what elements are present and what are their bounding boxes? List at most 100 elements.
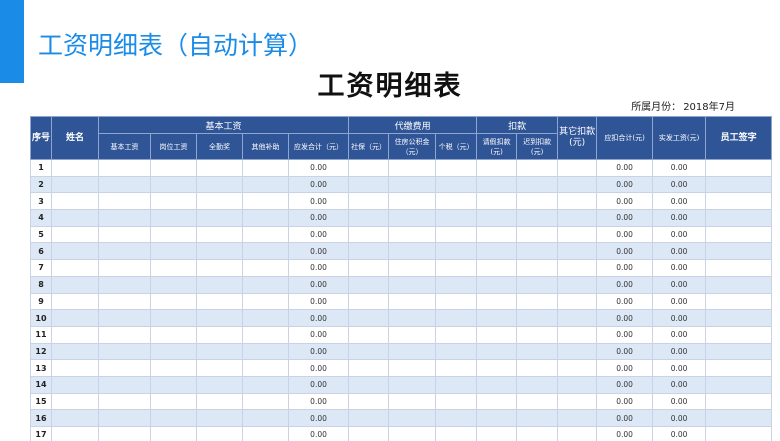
cell-name[interactable] [51,392,99,411]
cell-basic-salary[interactable] [98,409,151,427]
cell-income-tax[interactable] [435,225,478,244]
cell-post-salary[interactable] [150,242,197,261]
cell-social-insurance[interactable] [348,342,390,361]
cell-name[interactable] [51,309,99,327]
cell-post-salary[interactable] [150,426,197,441]
cell-late-deduct[interactable] [516,225,559,244]
cell-other-deduct[interactable] [557,225,598,244]
cell-name[interactable] [51,275,99,294]
cell-late-deduct[interactable] [516,359,559,377]
cell-social-insurance[interactable] [348,192,390,211]
cell-other-allowance[interactable] [242,292,289,311]
cell-post-salary[interactable] [150,359,197,377]
cell-income-tax[interactable] [435,242,478,261]
cell-late-deduct[interactable] [516,342,559,361]
cell-signature[interactable] [705,375,773,394]
cell-basic-salary[interactable] [98,259,151,277]
cell-housing-fund[interactable] [388,209,437,227]
cell-social-insurance[interactable] [348,292,390,311]
cell-other-deduct[interactable] [557,259,598,277]
cell-housing-fund[interactable] [388,175,437,194]
cell-social-insurance[interactable] [348,225,390,244]
cell-signature[interactable] [705,192,773,211]
cell-other-deduct[interactable] [557,342,598,361]
cell-other-deduct[interactable] [557,359,598,377]
cell-attendance-bonus[interactable] [196,309,243,327]
cell-other-allowance[interactable] [242,242,289,261]
cell-name[interactable] [51,242,99,261]
cell-basic-salary[interactable] [98,192,151,211]
cell-other-allowance[interactable] [242,392,289,411]
cell-social-insurance[interactable] [348,209,390,227]
cell-income-tax[interactable] [435,426,478,441]
cell-signature[interactable] [705,392,773,411]
cell-social-insurance[interactable] [348,359,390,377]
cell-post-salary[interactable] [150,175,197,194]
cell-housing-fund[interactable] [388,225,437,244]
cell-name[interactable] [51,342,99,361]
cell-post-salary[interactable] [150,342,197,361]
cell-signature[interactable] [705,426,773,441]
cell-social-insurance[interactable] [348,426,390,441]
cell-income-tax[interactable] [435,209,478,227]
cell-income-tax[interactable] [435,342,478,361]
cell-housing-fund[interactable] [388,259,437,277]
cell-other-allowance[interactable] [242,359,289,377]
cell-social-insurance[interactable] [348,242,390,261]
cell-signature[interactable] [705,159,773,177]
cell-post-salary[interactable] [150,392,197,411]
cell-leave-deduct[interactable] [476,309,518,327]
cell-attendance-bonus[interactable] [196,159,243,177]
cell-social-insurance[interactable] [348,309,390,327]
cell-other-allowance[interactable] [242,259,289,277]
cell-income-tax[interactable] [435,325,478,344]
cell-post-salary[interactable] [150,259,197,277]
cell-name[interactable] [51,375,99,394]
cell-post-salary[interactable] [150,209,197,227]
cell-leave-deduct[interactable] [476,275,518,294]
cell-name[interactable] [51,192,99,211]
cell-leave-deduct[interactable] [476,175,518,194]
cell-income-tax[interactable] [435,192,478,211]
cell-leave-deduct[interactable] [476,325,518,344]
cell-post-salary[interactable] [150,275,197,294]
cell-attendance-bonus[interactable] [196,325,243,344]
cell-other-allowance[interactable] [242,342,289,361]
cell-other-allowance[interactable] [242,209,289,227]
cell-signature[interactable] [705,342,773,361]
cell-leave-deduct[interactable] [476,292,518,311]
cell-housing-fund[interactable] [388,409,437,427]
cell-housing-fund[interactable] [388,309,437,327]
cell-income-tax[interactable] [435,409,478,427]
cell-income-tax[interactable] [435,275,478,294]
cell-post-salary[interactable] [150,159,197,177]
cell-social-insurance[interactable] [348,325,390,344]
cell-name[interactable] [51,325,99,344]
cell-late-deduct[interactable] [516,209,559,227]
cell-housing-fund[interactable] [388,242,437,261]
cell-name[interactable] [51,209,99,227]
cell-basic-salary[interactable] [98,426,151,441]
cell-signature[interactable] [705,209,773,227]
cell-leave-deduct[interactable] [476,392,518,411]
cell-post-salary[interactable] [150,192,197,211]
cell-signature[interactable] [705,242,773,261]
cell-leave-deduct[interactable] [476,426,518,441]
cell-income-tax[interactable] [435,392,478,411]
cell-attendance-bonus[interactable] [196,225,243,244]
cell-basic-salary[interactable] [98,325,151,344]
cell-social-insurance[interactable] [348,409,390,427]
cell-signature[interactable] [705,325,773,344]
cell-housing-fund[interactable] [388,342,437,361]
cell-income-tax[interactable] [435,309,478,327]
cell-other-allowance[interactable] [242,159,289,177]
cell-other-deduct[interactable] [557,309,598,327]
cell-name[interactable] [51,159,99,177]
cell-leave-deduct[interactable] [476,159,518,177]
cell-attendance-bonus[interactable] [196,292,243,311]
cell-other-deduct[interactable] [557,409,598,427]
cell-attendance-bonus[interactable] [196,342,243,361]
cell-basic-salary[interactable] [98,159,151,177]
cell-signature[interactable] [705,259,773,277]
cell-basic-salary[interactable] [98,342,151,361]
